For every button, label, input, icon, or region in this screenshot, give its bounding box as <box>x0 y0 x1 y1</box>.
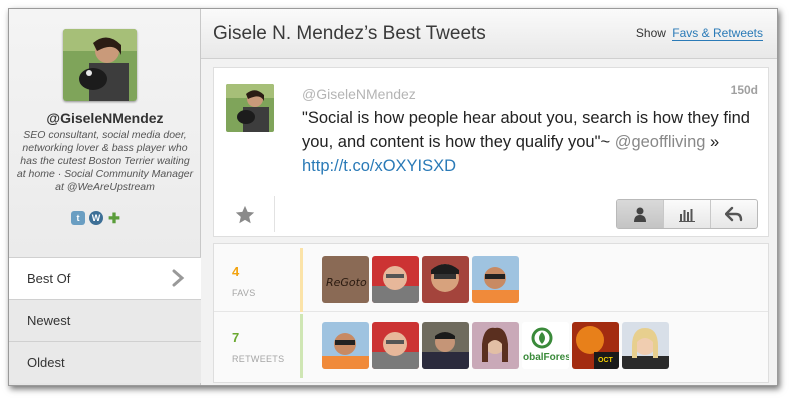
show-filter: Show Favs & Retweets <box>635 26 763 41</box>
nav-item-oldest[interactable]: Oldest <box>9 341 201 383</box>
tweet-actions <box>616 199 758 229</box>
user-avatar[interactable]: OCT <box>572 322 619 369</box>
twitter-icon[interactable]: t <box>71 211 85 225</box>
chevron-right-icon <box>172 269 185 287</box>
svg-text:OCT: OCT <box>598 357 614 364</box>
user-avatar[interactable] <box>372 256 419 303</box>
user-avatar[interactable] <box>372 322 419 369</box>
favs-retweets-link[interactable]: Favs & Retweets <box>672 26 763 41</box>
show-label: Show <box>635 26 666 40</box>
user-avatar[interactable] <box>622 322 669 369</box>
tweet-handle[interactable]: @GiseleNMendez <box>302 86 416 102</box>
main-panel: Gisele N. Mendez’s Best Tweets Show Favs… <box>201 9 777 385</box>
sidebar-nav: Best Of Newest Oldest <box>9 257 201 383</box>
header: Gisele N. Mendez’s Best Tweets Show Favs… <box>201 9 777 59</box>
retweets-bar <box>300 314 303 378</box>
retweets-label: RETWEETS <box>232 354 285 364</box>
tweet-link[interactable]: http://t.co/xOXYISXD <box>302 157 456 175</box>
svg-text:obalForest: obalForest <box>523 352 569 363</box>
plus-icon[interactable]: ✚ <box>107 210 121 226</box>
profile-bio: SEO consultant, social media doer, netwo… <box>16 129 194 193</box>
stats-view-button[interactable] <box>663 200 710 228</box>
user-avatar[interactable]: obalForest <box>522 322 569 369</box>
reply-icon <box>725 206 743 222</box>
page-title: Gisele N. Mendez’s Best Tweets <box>213 23 486 44</box>
tweet-timestamp: 150d <box>730 83 758 97</box>
profile-avatar[interactable] <box>63 29 137 101</box>
tweet-text: "Social is how people hear about you, se… <box>302 106 762 178</box>
favs-label: FAVS <box>232 288 256 298</box>
person-icon <box>634 207 646 222</box>
user-avatar[interactable] <box>322 322 369 369</box>
user-avatar[interactable] <box>422 256 469 303</box>
tweet-mention[interactable]: @geoffliving <box>615 133 706 151</box>
user-avatar[interactable] <box>472 256 519 303</box>
user-view-button[interactable] <box>617 200 663 228</box>
favs-bar <box>300 248 303 312</box>
tweet-card: @GiseleNMendez 150d "Social is how peopl… <box>213 67 769 237</box>
app-window: @GiseleNMendez SEO consultant, social me… <box>8 8 778 386</box>
user-avatar[interactable] <box>472 322 519 369</box>
favs-count: 4 <box>232 264 240 279</box>
retweets-row: 7 RETWEETS obalFore OCT <box>214 314 768 378</box>
profile-handle: @GiseleNMendez <box>46 110 164 126</box>
nav-item-newest[interactable]: Newest <box>9 299 201 341</box>
social-links: t W ✚ <box>71 209 141 227</box>
reply-button[interactable] <box>710 200 757 228</box>
nav-item-best-of[interactable]: Best Of <box>9 257 201 299</box>
nav-item-label: Best Of <box>27 271 71 286</box>
favs-avatars: ReGoto <box>322 256 519 303</box>
user-avatar[interactable]: ReGoto <box>322 256 369 303</box>
nav-item-label: Oldest <box>27 355 65 370</box>
retweets-avatars: obalForest OCT <box>322 322 669 369</box>
sidebar: @GiseleNMendez SEO consultant, social me… <box>9 9 201 385</box>
star-icon[interactable] <box>234 204 256 226</box>
bar-chart-icon <box>679 209 695 222</box>
engagement-panel: 4 FAVS ReGoto 7 RETWEETS obalFore OCT <box>213 243 769 383</box>
divider <box>274 196 275 232</box>
retweets-count: 7 <box>232 330 240 345</box>
tweet-separator: » <box>705 133 720 151</box>
tweet-avatar[interactable] <box>226 84 274 132</box>
wordpress-icon[interactable]: W <box>89 211 103 225</box>
user-avatar[interactable] <box>422 322 469 369</box>
nav-item-label: Newest <box>27 313 71 328</box>
favs-row: 4 FAVS ReGoto <box>214 248 768 312</box>
svg-text:ReGoto: ReGoto <box>326 276 367 289</box>
